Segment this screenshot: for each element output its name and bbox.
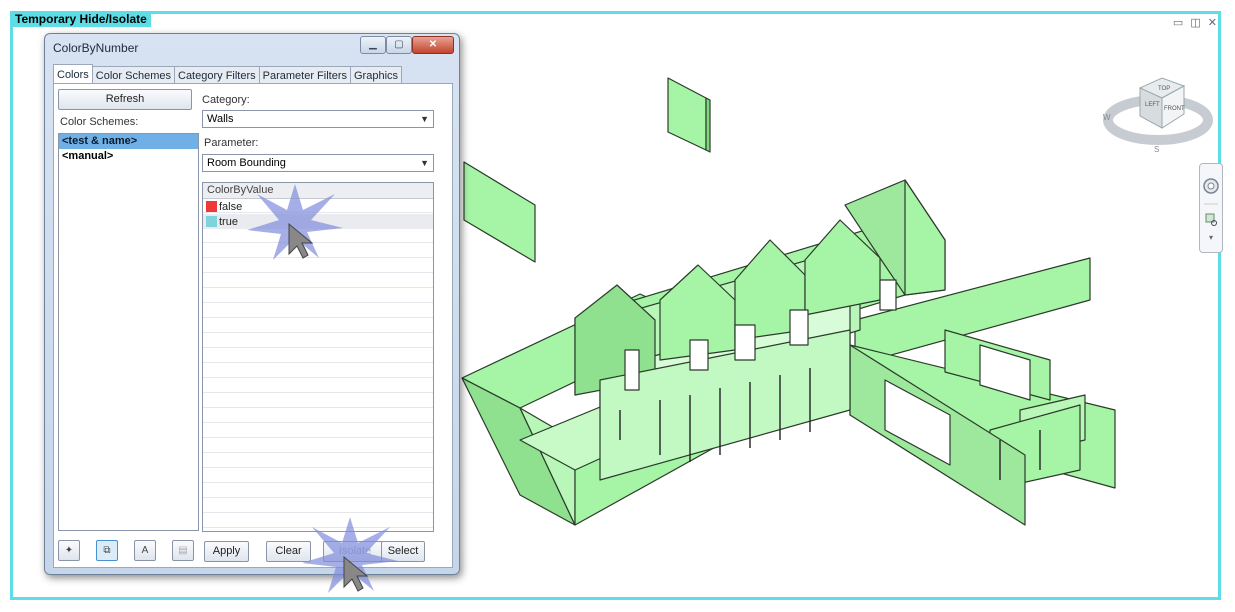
svg-text:▾: ▾ [1209,233,1213,242]
compass-south[interactable]: S [1154,145,1159,154]
category-select[interactable]: Walls ▼ [202,110,434,128]
parameter-value: Room Bounding [207,157,286,169]
click-highlight-1 [247,184,343,260]
copy-scheme-icon[interactable]: ⧉ [96,540,118,561]
parameter-select[interactable]: Room Bounding ▼ [202,154,434,172]
scheme-item-test-name[interactable]: <test & name> [59,134,198,149]
viewcube-top-face[interactable]: TOP [1158,86,1170,92]
delete-scheme-icon[interactable]: ▤ [172,540,194,561]
viewcube-left-face[interactable]: LEFT [1145,102,1160,108]
category-value: Walls [207,113,234,125]
rename-scheme-icon[interactable]: A [134,540,156,561]
value-label: false [219,200,243,213]
colors-tab-panel: Refresh Color Schemes: Category: <test &… [53,83,453,568]
tab-colors[interactable]: Colors [53,64,93,85]
minimize-button[interactable]: ▁ [360,36,386,54]
color-swatch-cyan[interactable] [206,216,217,227]
compass-west[interactable]: W [1103,113,1111,122]
temporary-hide-isolate-label: Temporary Hide/Isolate [11,11,151,27]
apply-button[interactable]: Apply [204,541,249,562]
viewcube[interactable]: TOP LEFT FRONT W S [1100,70,1215,160]
viewcube-front-face[interactable]: FRONT [1164,106,1185,112]
color-schemes-label: Color Schemes: [60,116,139,128]
maximize-button[interactable]: ▢ [386,36,412,54]
click-highlight-2 [302,517,398,593]
viewport-window-controls[interactable]: ▭ ◫ ✕ [1173,16,1219,29]
refresh-button[interactable]: Refresh [58,89,192,110]
scheme-item-manual[interactable]: <manual> [59,149,198,164]
new-scheme-icon[interactable]: ✦ [58,540,80,561]
category-label: Category: [202,94,250,106]
chevron-down-icon: ▼ [420,158,429,168]
color-swatch-red[interactable] [206,201,217,212]
parameter-label: Parameter: [204,137,259,149]
dialog-title: ColorByNumber [53,41,139,55]
navigation-bar[interactable]: ▾ [1199,163,1223,253]
tab-strip: Colors Color Schemes Category Filters Pa… [53,64,403,85]
value-label: true [219,215,238,228]
color-scheme-list[interactable]: <test & name> <manual> [58,133,199,531]
colorbynumber-dialog[interactable]: ColorByNumber ▁ ▢ ✕ Colors Color Schemes… [44,33,460,575]
chevron-down-icon: ▼ [420,114,429,124]
close-button[interactable]: ✕ [412,36,454,54]
